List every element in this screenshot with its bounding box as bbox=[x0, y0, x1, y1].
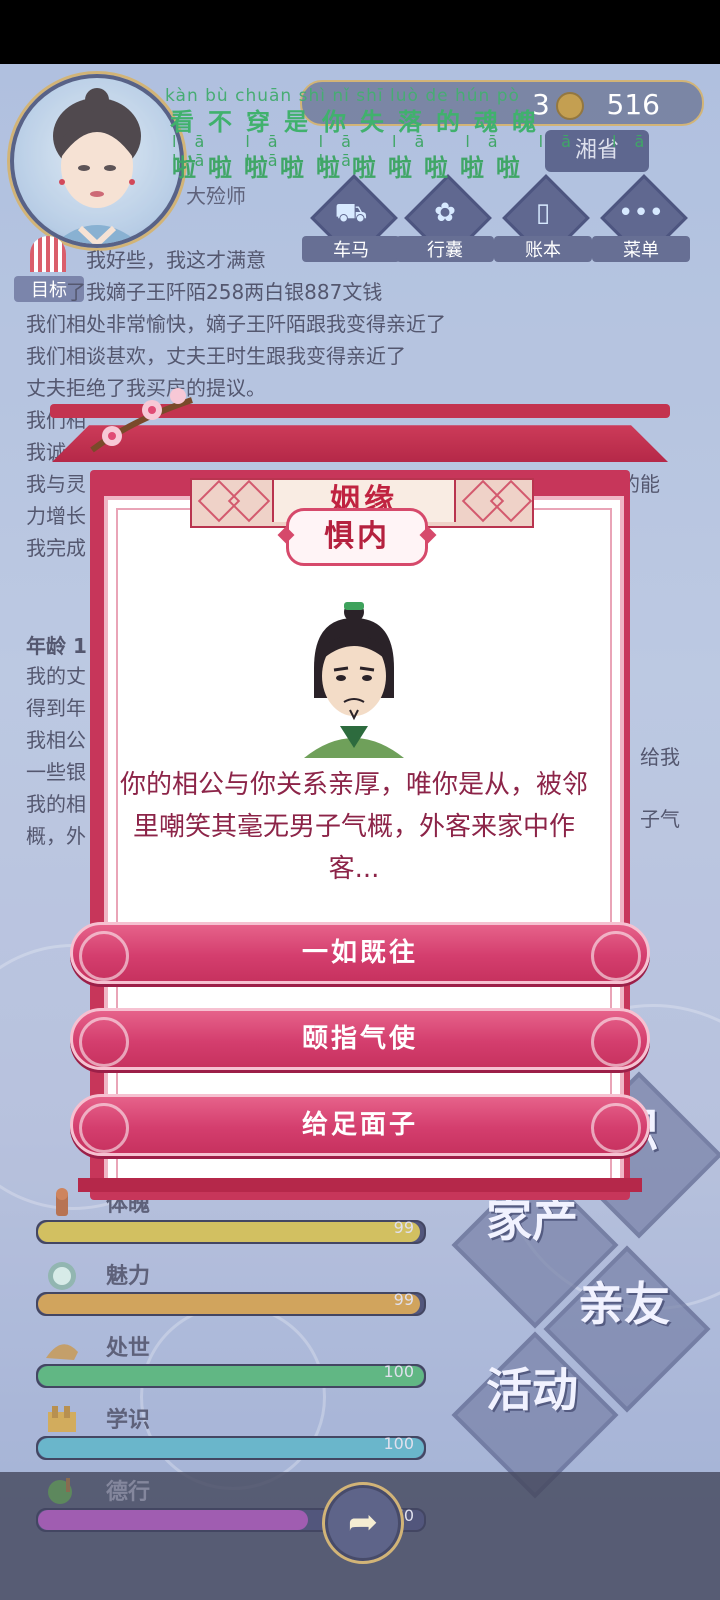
cloud-ornament-icon bbox=[79, 1103, 129, 1153]
husband-portrait-icon bbox=[304, 602, 404, 758]
choice-save-face-button[interactable]: 给足面子 bbox=[70, 1094, 650, 1156]
cloud-ornament-icon bbox=[591, 1017, 641, 1067]
plum-blossom-icon bbox=[90, 388, 193, 453]
husband-portrait bbox=[300, 598, 408, 758]
cloud-ornament-icon bbox=[591, 1103, 641, 1153]
choice-bossy-button[interactable]: 颐指气使 bbox=[70, 1008, 650, 1070]
cloud-ornament-icon bbox=[591, 931, 641, 981]
event-message: 你的相公与你关系亲厚，唯你是从，被邻里嘲笑其毫无男子气概，外客来家中作客... bbox=[120, 770, 589, 884]
choice-as-usual-button[interactable]: 一如既往 bbox=[70, 922, 650, 984]
dialog-base bbox=[78, 1178, 642, 1192]
cloud-ornament-icon bbox=[79, 931, 129, 981]
event-subtitle: 惧内 bbox=[286, 508, 428, 566]
cloud-ornament-icon bbox=[79, 1017, 129, 1067]
marriage-event-dialog: 姻缘 惧内 你的相公与你关系亲厚，唯你是从，被邻里嘲笑其毫无男子气概，外客来家中… bbox=[50, 388, 670, 1200]
